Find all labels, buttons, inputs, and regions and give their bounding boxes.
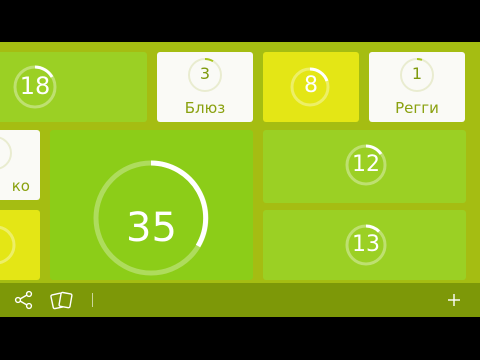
genre-label: Блюз: [184, 99, 226, 117]
genre-label: Регги: [395, 99, 439, 117]
progress-ring: [0, 136, 12, 170]
tile-value: 12: [352, 152, 380, 177]
tile-value: 18: [19, 72, 51, 100]
tile-partial-left[interactable]: ко: [0, 130, 40, 200]
tile-reggae[interactable]: 1 Регги: [369, 52, 465, 122]
genre-label: ко: [11, 177, 30, 195]
progress-ring: [0, 225, 16, 265]
tile-8[interactable]: 8: [263, 52, 359, 122]
tile-value: 1: [411, 64, 423, 83]
tile-value: 3: [199, 64, 211, 83]
tile-value: 35: [126, 205, 177, 251]
tile-18[interactable]: 18: [0, 52, 147, 122]
game-screen: 18 3 Блюз 8 1 Регги ко 35 12 13: [0, 42, 480, 317]
tile-value: 8: [304, 73, 318, 98]
tile-13[interactable]: 13: [263, 210, 466, 280]
tile-35[interactable]: 35: [50, 130, 253, 280]
cards-icon[interactable]: [50, 290, 74, 310]
bottom-toolbar: [0, 283, 480, 317]
tile-value: 13: [352, 232, 380, 257]
toolbar-divider: [92, 293, 93, 307]
tile-partial-left-lower[interactable]: [0, 210, 40, 280]
share-icon[interactable]: [14, 290, 34, 310]
tile-blues[interactable]: 3 Блюз: [157, 52, 253, 122]
plus-icon[interactable]: [447, 293, 461, 307]
tile-12[interactable]: 12: [263, 130, 466, 203]
